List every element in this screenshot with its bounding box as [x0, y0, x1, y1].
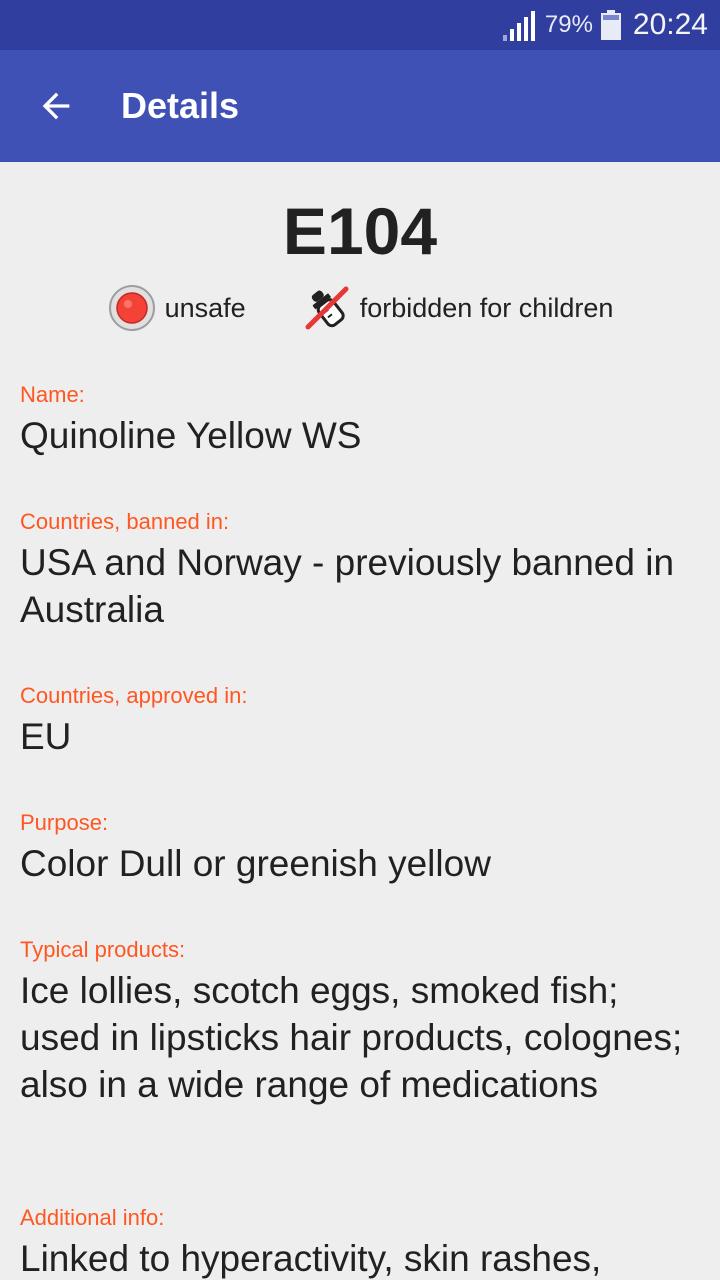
- arrow-back-icon: [42, 92, 70, 120]
- status-bar: 79% 20:24: [0, 0, 720, 50]
- battery-percent: 79%: [544, 11, 593, 38]
- status-indicators: 79% 20:24: [501, 0, 708, 50]
- field-label: Countries, approved in:: [20, 683, 248, 708]
- additive-code: E104: [282, 194, 438, 268]
- field-value: Linked to hyperactivity, skin rashes, as…: [20, 1238, 602, 1279]
- back-button[interactable]: [28, 78, 84, 134]
- forbidden-for-children-icon: [305, 286, 349, 330]
- field-countries-approved: Countries, approved in: EU: [20, 683, 700, 760]
- field-label: Typical products:: [20, 937, 186, 962]
- field-additional-info: Additional info: Linked to hyperactivity…: [20, 1205, 700, 1280]
- field-value: Color Dull or greenish yellow: [20, 843, 491, 884]
- app-bar: Details: [0, 50, 720, 162]
- field-label: Additional info:: [20, 1205, 165, 1230]
- page-title: Details: [121, 85, 240, 126]
- battery-icon: [600, 10, 621, 40]
- unsafe-icon: [108, 285, 155, 331]
- field-countries-banned: Countries, banned in: USA and Norway - p…: [20, 509, 700, 633]
- safety-badges: unsafe forbidden for children: [0, 280, 720, 336]
- status-time: 20:24: [632, 8, 708, 41]
- field-label: Purpose:: [20, 810, 109, 835]
- field-typical-products: Typical products: Ice lollies, scotch eg…: [20, 937, 700, 1108]
- field-value: EU: [20, 716, 72, 757]
- field-value: Quinoline Yellow WS: [20, 415, 362, 456]
- field-purpose: Purpose: Color Dull or greenish yellow: [20, 810, 700, 887]
- unsafe-label: unsafe: [164, 292, 246, 323]
- forbidden-for-children-label: forbidden for children: [359, 292, 614, 323]
- field-label: Countries, banned in:: [20, 509, 230, 534]
- field-value: Ice lollies, scotch eggs, smoked fish; u…: [20, 970, 683, 1105]
- details-content[interactable]: E104 unsafe forbidden for children Name:…: [0, 162, 720, 1280]
- unsafe-badge: unsafe: [107, 283, 246, 333]
- signal-icon: [502, 11, 535, 41]
- field-name: Name: Quinoline Yellow WS: [20, 382, 700, 459]
- children-badge: forbidden for children: [302, 283, 614, 333]
- field-label: Name:: [20, 382, 85, 407]
- field-value: USA and Norway - previously banned in Au…: [20, 542, 675, 630]
